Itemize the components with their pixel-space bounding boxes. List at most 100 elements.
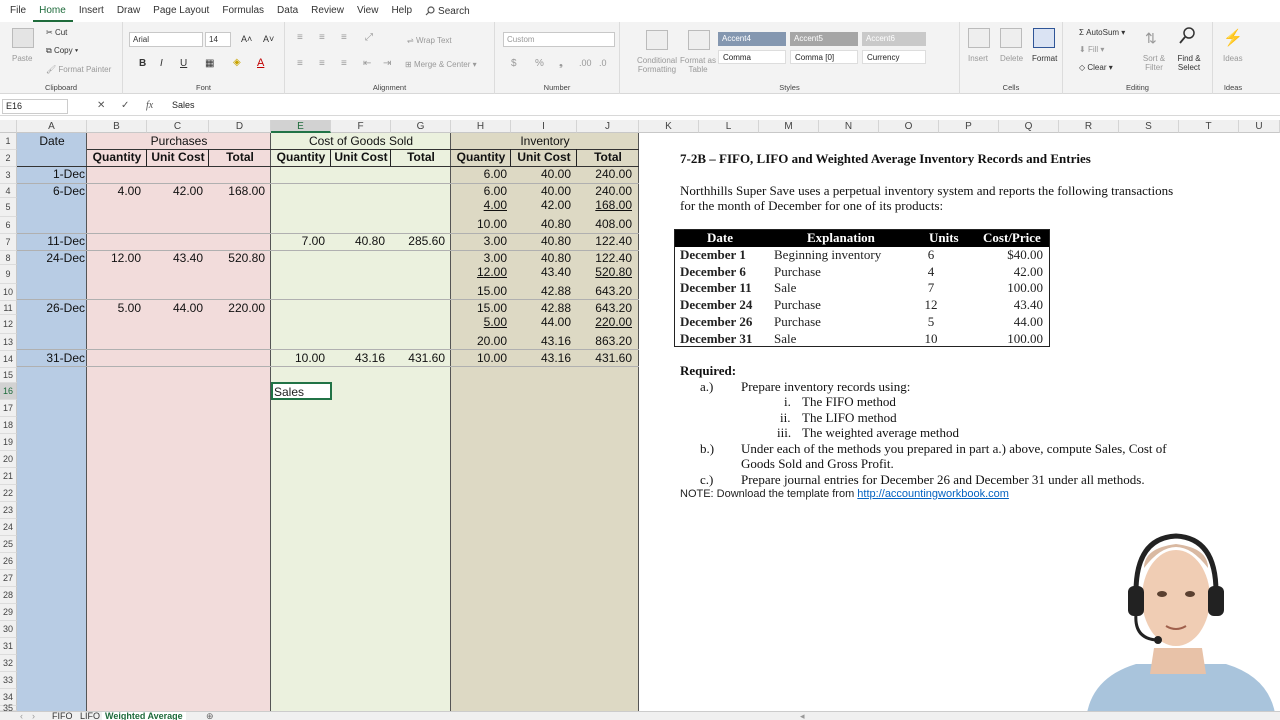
cell-d11[interactable]: 220.00 <box>209 301 265 315</box>
format-cells-button[interactable]: Format <box>1032 54 1057 63</box>
col-header-i[interactable]: I <box>511 120 577 133</box>
tab-lifo[interactable]: LIFO <box>80 712 100 720</box>
cancel-icon[interactable]: ✕ <box>97 100 105 111</box>
cell-h13[interactable]: 20.00 <box>451 334 507 348</box>
cell-h14[interactable]: 10.00 <box>451 351 507 365</box>
font-name-select[interactable]: Arial <box>129 32 203 47</box>
cell-j5[interactable]: 168.00 <box>577 198 632 212</box>
row-header-12[interactable]: 12 <box>0 315 17 334</box>
col-header-c[interactable]: C <box>147 120 209 133</box>
cell-a8[interactable]: 24-Dec <box>17 251 85 265</box>
cell-e7[interactable]: 7.00 <box>271 234 325 248</box>
header-cogs[interactable]: Cost of Goods Sold <box>271 134 451 148</box>
row-header-21[interactable]: 21 <box>0 468 17 485</box>
cell-j3[interactable]: 240.00 <box>577 167 632 181</box>
row-header-16[interactable]: 16 <box>0 383 17 400</box>
cell-i12[interactable]: 44.00 <box>511 315 571 329</box>
style-accent6[interactable]: Accent6 <box>862 32 926 46</box>
cell-i3[interactable]: 40.00 <box>511 167 571 181</box>
row-header-1[interactable]: 1 <box>0 133 17 150</box>
cell-i8[interactable]: 40.80 <box>511 251 571 265</box>
cell-j7[interactable]: 122.40 <box>577 234 632 248</box>
header-cogs-qty[interactable]: Quantity <box>271 150 331 164</box>
cell-f14[interactable]: 43.16 <box>331 351 385 365</box>
row-header-28[interactable]: 28 <box>0 587 17 604</box>
row-header-23[interactable]: 23 <box>0 502 17 519</box>
row-header-6[interactable]: 6 <box>0 217 17 234</box>
row-header-29[interactable]: 29 <box>0 604 17 621</box>
cell-c4[interactable]: 42.00 <box>147 184 203 198</box>
row-header-3[interactable]: 3 <box>0 167 17 184</box>
col-header-n[interactable]: N <box>819 120 879 133</box>
menu-page-layout[interactable]: Page Layout <box>147 0 216 22</box>
cell-i14[interactable]: 43.16 <box>511 351 571 365</box>
header-inv-qty[interactable]: Quantity <box>451 150 511 164</box>
row-header-8[interactable]: 8 <box>0 251 17 265</box>
cell-h9[interactable]: 12.00 <box>451 265 507 279</box>
cell-b8[interactable]: 12.00 <box>87 251 141 265</box>
cell-h12[interactable]: 5.00 <box>451 315 507 329</box>
insert-cells-button[interactable]: Insert <box>968 54 988 63</box>
font-color-icon[interactable]: A <box>257 57 264 69</box>
menu-help[interactable]: Help <box>385 0 419 22</box>
row-header-14[interactable]: 14 <box>0 351 17 368</box>
col-header-p[interactable]: P <box>939 120 999 133</box>
col-header-u[interactable]: U <box>1239 120 1280 133</box>
col-header-o[interactable]: O <box>879 120 939 133</box>
autosum-button[interactable]: Σ AutoSum ▾ <box>1079 28 1125 37</box>
borders-icon[interactable]: ▦ <box>205 58 214 69</box>
percent-icon[interactable]: % <box>535 58 544 69</box>
col-header-q[interactable]: Q <box>999 120 1059 133</box>
header-cogs-unit[interactable]: Unit Cost <box>331 150 391 164</box>
active-cell-e16[interactable]: Sales <box>271 382 332 400</box>
cut-button[interactable]: ✂ Cut <box>46 28 67 37</box>
cell-h3[interactable]: 6.00 <box>451 167 507 181</box>
row-header-33[interactable]: 33 <box>0 672 17 689</box>
style-accent5[interactable]: Accent5 <box>790 32 858 46</box>
menu-view[interactable]: View <box>351 0 386 22</box>
row-header-7[interactable]: 7 <box>0 234 17 251</box>
col-header-t[interactable]: T <box>1179 120 1239 133</box>
template-link[interactable]: http://accountingworkbook.com <box>857 488 1009 500</box>
align-top-icon[interactable]: ≡ <box>297 32 303 43</box>
cell-i10[interactable]: 42.88 <box>511 284 571 298</box>
conditional-formatting-button[interactable]: Conditional Formatting <box>632 56 682 74</box>
increase-indent-icon[interactable]: ⇥ <box>383 58 391 69</box>
cell-c8[interactable]: 43.40 <box>147 251 203 265</box>
add-sheet-icon[interactable]: ⊕ <box>206 712 214 720</box>
wrap-text-button[interactable]: ⇌ Wrap Text <box>407 36 452 45</box>
cell-c11[interactable]: 44.00 <box>147 301 203 315</box>
tab-scroll-left-icon[interactable]: ‹ <box>20 712 23 720</box>
col-header-d[interactable]: D <box>209 120 271 133</box>
header-purch-total[interactable]: Total <box>209 150 271 164</box>
col-header-l[interactable]: L <box>699 120 759 133</box>
cell-a7[interactable]: 11-Dec <box>17 234 85 248</box>
row-header-24[interactable]: 24 <box>0 519 17 536</box>
select-all-corner[interactable] <box>0 120 17 133</box>
header-date[interactable]: Date <box>17 134 87 148</box>
increase-decimal-icon[interactable]: .00 <box>579 58 592 68</box>
cell-j12[interactable]: 220.00 <box>577 315 632 329</box>
cell-j9[interactable]: 520.80 <box>577 265 632 279</box>
row-header-9[interactable]: 9 <box>0 265 17 284</box>
cell-h10[interactable]: 15.00 <box>451 284 507 298</box>
col-header-g[interactable]: G <box>391 120 451 133</box>
fx-icon[interactable]: fx <box>146 100 153 111</box>
font-size-select[interactable]: 14 <box>205 32 231 47</box>
tab-fifo[interactable]: FIFO <box>52 712 73 720</box>
header-purchases[interactable]: Purchases <box>87 134 271 148</box>
cell-j10[interactable]: 643.20 <box>577 284 632 298</box>
col-header-e[interactable]: E <box>271 120 331 133</box>
decrease-decimal-icon[interactable]: .0 <box>599 58 607 68</box>
cell-j4[interactable]: 240.00 <box>577 184 632 198</box>
paste-button[interactable]: Paste <box>12 54 32 63</box>
enter-icon[interactable]: ✓ <box>121 100 129 111</box>
clear-button[interactable]: ◇ Clear ▾ <box>1079 63 1113 72</box>
cell-a14[interactable]: 31-Dec <box>17 351 85 365</box>
cell-i7[interactable]: 40.80 <box>511 234 571 248</box>
row-header-13[interactable]: 13 <box>0 334 17 351</box>
formula-input[interactable]: Sales <box>172 100 195 110</box>
decrease-font-icon[interactable]: A˅ <box>263 34 274 44</box>
cell-h6[interactable]: 10.00 <box>451 217 507 231</box>
comma-icon[interactable]: ❟ <box>559 58 563 69</box>
